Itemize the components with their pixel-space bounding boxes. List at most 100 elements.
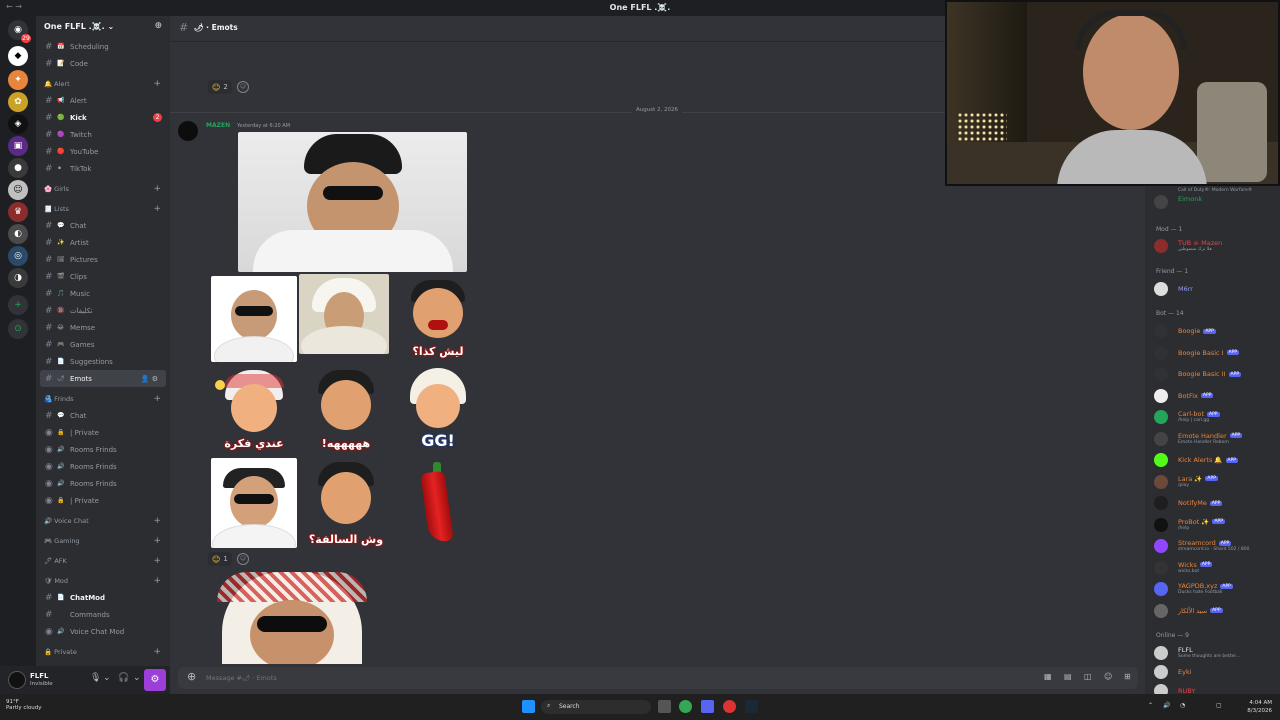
member-item[interactable]: سيد الألكار APP: [1154, 603, 1278, 619]
member-item[interactable]: Streamcord APP streamcord.io · Shard 502 /…: [1154, 538, 1278, 554]
chevron-down-icon[interactable]: ⌄: [133, 673, 141, 683]
add-reaction-icon[interactable]: ☺: [237, 553, 249, 565]
channel-category[interactable]: 🧾 Lists +: [36, 197, 170, 217]
invite-icon[interactable]: ⊕: [154, 21, 162, 31]
server-icon[interactable]: ◎: [8, 246, 28, 266]
member-item[interactable]: M6rr: [1154, 281, 1278, 297]
channel-item[interactable]: # ⚫ TikTok: [36, 160, 170, 177]
add-channel-icon[interactable]: +: [153, 394, 161, 404]
add-channel-icon[interactable]: +: [153, 184, 161, 194]
sticker-icon[interactable]: ◫: [1084, 672, 1092, 681]
network-icon[interactable]: ◔: [1180, 702, 1185, 709]
server-icon[interactable]: ◆: [8, 46, 28, 66]
member-item[interactable]: Kick Alerts 🔔 APP: [1154, 452, 1278, 468]
attachment-image[interactable]: [214, 572, 369, 664]
member-item[interactable]: Carl-bot APP/help | carl.gg: [1154, 409, 1278, 425]
add-reaction-icon[interactable]: ☺: [237, 81, 249, 93]
member-item[interactable]: Boogie Basic I APP: [1154, 345, 1278, 361]
channel-item[interactable]: # 🔞 تكليفات: [36, 302, 170, 319]
member-item[interactable]: NotifyMe APP: [1154, 495, 1278, 511]
add-channel-icon[interactable]: +: [153, 79, 161, 89]
channel-item[interactable]: # Commands: [36, 606, 170, 623]
channel-item[interactable]: # 🟢 Kick 2: [36, 109, 170, 126]
channel-item[interactable]: # 📄 ChatMod: [36, 589, 170, 606]
channel-category[interactable]: 🛡 Mod +: [36, 569, 170, 589]
volume-icon[interactable]: 🔊: [1163, 702, 1170, 709]
channel-item[interactable]: # 📄 Suggestions: [36, 353, 170, 370]
add-channel-icon[interactable]: +: [153, 576, 161, 586]
member-item[interactable]: FLFL Some thoughts are better...: [1154, 645, 1278, 661]
channel-item[interactable]: # 🟣 Twitch: [36, 126, 170, 143]
channel-item[interactable]: # 🌶 Emots 👤 ⚙: [40, 370, 166, 387]
tray-chevron-icon[interactable]: ⌃: [1148, 702, 1153, 709]
member-item[interactable]: Lara ✨ APP/play: [1154, 474, 1278, 490]
avatar[interactable]: [8, 671, 26, 689]
server-icon[interactable]: ✦: [8, 70, 28, 90]
emote-image[interactable]: GG!: [395, 366, 481, 452]
channel-item[interactable]: # 💬 Chat: [36, 407, 170, 424]
settings-gear-icon[interactable]: ⚙: [144, 669, 166, 691]
message-input[interactable]: [206, 671, 1006, 685]
emote-image[interactable]: [211, 458, 297, 548]
emoji-icon[interactable]: ☺: [1104, 672, 1112, 681]
channel-item[interactable]: ◉ 🔒 | Private: [36, 424, 170, 441]
avatar[interactable]: [178, 121, 198, 141]
server-icon[interactable]: ◑: [8, 268, 28, 288]
member-item[interactable]: Wicks APP wicks.bot: [1154, 560, 1278, 576]
member-item[interactable]: Eyki: [1154, 664, 1278, 680]
gif-icon[interactable]: ▤: [1064, 672, 1072, 681]
channel-item[interactable]: ◉ 🔊 Voice Chat Mod: [36, 623, 170, 640]
channel-item[interactable]: # 🎵 Music: [36, 285, 170, 302]
channel-category[interactable]: 🖊 AFK +: [36, 549, 170, 569]
start-icon[interactable]: [522, 700, 535, 713]
emote-image[interactable]: [211, 276, 297, 362]
search-box[interactable]: ⌕ Search: [541, 700, 651, 714]
weather-widget[interactable]: 91°F Partly cloudy: [6, 699, 42, 711]
server-icon[interactable]: ◐: [8, 224, 28, 244]
channel-category[interactable]: 🎮 Gaming +: [36, 529, 170, 549]
channel-item[interactable]: # 📝 Code: [36, 55, 170, 72]
server-icon[interactable]: ☺: [8, 180, 28, 200]
member-item[interactable]: Emote Handler APP Emote Handler Reborn: [1154, 431, 1278, 447]
channel-item[interactable]: # 📅 Scheduling: [36, 38, 170, 55]
add-channel-icon[interactable]: +: [153, 536, 161, 546]
chrome-icon[interactable]: [679, 700, 692, 713]
server-icon[interactable]: ▣: [8, 136, 28, 156]
message-author[interactable]: MAZEN: [206, 122, 230, 129]
headphones-icon[interactable]: 🎧: [118, 673, 129, 683]
server-icon[interactable]: ●: [8, 158, 28, 178]
channel-category[interactable]: 🌸 Girls +: [36, 177, 170, 197]
emote-image[interactable]: عندي فكرة: [211, 366, 297, 452]
channel-item[interactable]: # 😂 Memse: [36, 319, 170, 336]
channel-category[interactable]: 🔔 Alert +: [36, 72, 170, 92]
member-item[interactable]: BotFix APP: [1154, 388, 1278, 404]
channel-item[interactable]: ◉ 🔊 Rooms Frinds: [36, 441, 170, 458]
channel-item[interactable]: ◉ 🔒 | Private: [36, 492, 170, 509]
notification-icon[interactable]: ▢: [1216, 702, 1222, 709]
add-channel-icon[interactable]: +: [153, 204, 161, 214]
task-view-icon[interactable]: [658, 700, 671, 713]
channel-item[interactable]: ◉ 🔊 Rooms Frinds: [36, 475, 170, 492]
channel-item[interactable]: # 📢 Alert: [36, 92, 170, 109]
channel-category[interactable]: 🔊 Voice Chat +: [36, 509, 170, 529]
taskbar-clock[interactable]: 4:04 AM 8/3/2026: [1247, 699, 1272, 715]
add-channel-icon[interactable]: +: [153, 516, 161, 526]
channel-item[interactable]: # 🖼 Pictures: [36, 251, 170, 268]
server-header[interactable]: One FLFL .☠️. ⌄ ⊕: [36, 16, 170, 40]
add-attachment-icon[interactable]: ⊕: [187, 670, 196, 683]
member-item[interactable]: Eimonk Call of Duty®: Modern Warfare®: [1154, 188, 1278, 210]
member-item[interactable]: YAGPDB.xyz APP Ducks hate Football: [1154, 581, 1278, 597]
reaction-chip[interactable]: ☺ 2: [208, 80, 232, 94]
member-item[interactable]: Boogie APP: [1154, 323, 1278, 339]
attachment-image[interactable]: [238, 132, 467, 272]
chili-pepper-emote[interactable]: [395, 458, 481, 548]
add-server-icon[interactable]: +: [8, 295, 28, 315]
microphone-icon[interactable]: 🎙: [90, 673, 101, 683]
steam-icon[interactable]: [745, 700, 758, 713]
app-icon[interactable]: [723, 700, 736, 713]
channel-category[interactable]: 🫂 Frinds +: [36, 387, 170, 407]
channel-item[interactable]: # 🎮 Games: [36, 336, 170, 353]
channel-item[interactable]: # ✨ Artist: [36, 234, 170, 251]
server-icon[interactable]: ✿: [8, 92, 28, 112]
emote-image[interactable]: وش السالفة؟: [303, 458, 389, 548]
